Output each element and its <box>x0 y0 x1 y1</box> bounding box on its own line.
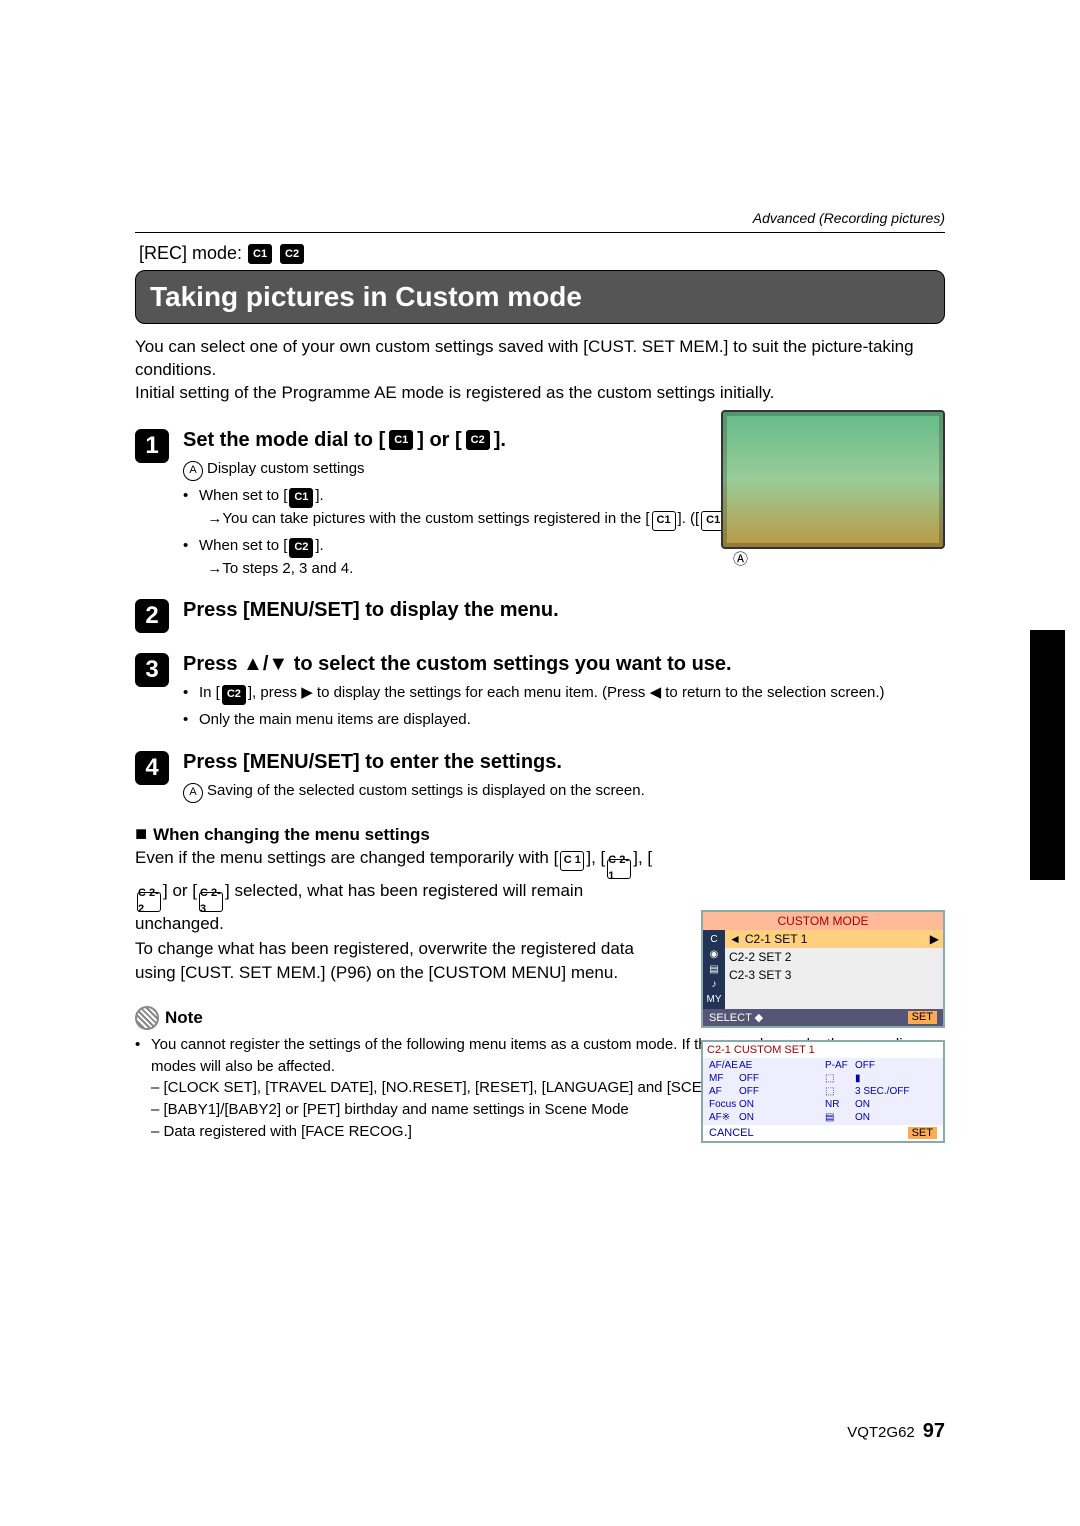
c22-icon: C 2-2 <box>137 892 161 912</box>
page-footer: VQT2G62 97 <box>847 1420 945 1443</box>
menu1-title: CUSTOM MODE <box>703 912 943 930</box>
menu1-set[interactable]: SET <box>908 1011 937 1024</box>
page-title: Taking pictures in Custom mode <box>135 270 945 324</box>
label-a-icon: A <box>183 461 203 481</box>
t: Even if the menu settings are changed te… <box>135 848 558 867</box>
t: ]. <box>315 487 323 504</box>
t: ], [ <box>586 848 605 867</box>
step-2: 2 Press [MENU/SET] to display the menu. <box>135 599 945 633</box>
t: ], [ <box>633 848 652 867</box>
page-number: 97 <box>923 1420 945 1443</box>
c1-icon: C1 <box>389 430 413 450</box>
c1-icon: C1 <box>289 488 313 508</box>
t: Display custom settings <box>207 460 365 477</box>
t: ] or [ <box>163 881 197 900</box>
c2-icon: C2 <box>466 430 490 450</box>
step-3-number: 3 <box>135 653 169 687</box>
t: Only the main menu items are displayed. <box>199 709 471 731</box>
menu1-footer: SELECT ◆ SET <box>703 1009 943 1026</box>
t: →You can take pictures with the custom s… <box>207 510 649 527</box>
step3-b2: •Only the main menu items are displayed. <box>183 709 945 731</box>
rec-mode-row: [REC] mode: C1 C2 <box>139 243 945 264</box>
custom-mode-menu: CUSTOM MODE C◉▤♪MY ◄C2-1 SET 1▶ C2-2 SET… <box>701 910 945 1028</box>
t: When set to [ <box>199 537 287 554</box>
square-bullet-icon: ■ <box>135 823 147 845</box>
changing-section: ■ When changing the menu settings Even if… <box>135 823 675 986</box>
sample-photo <box>721 410 945 549</box>
c1-plain-icon: C1 <box>652 511 676 531</box>
menu1-row-3[interactable]: C2-3 SET 3 <box>725 966 943 984</box>
step3-b1: •In [C2], press ▶ to display the setting… <box>183 682 945 705</box>
menu1-sidebar: C◉▤♪MY <box>703 930 725 1009</box>
custom-set-detail: C2-1 CUSTOM SET 1 AF/AEAEP-AFOFF MFOFF⬚▮… <box>701 1040 945 1143</box>
t: →To steps 2, 3 and 4. <box>207 560 353 577</box>
c1-icon: C1 <box>248 244 272 264</box>
menu2-title: C2-1 CUSTOM SET 1 <box>703 1042 943 1058</box>
intro-line2: Initial setting of the Programme AE mode… <box>135 382 945 405</box>
divider <box>135 232 945 233</box>
t: ], press ▶ to display the settings for e… <box>248 684 885 701</box>
c21-icon: C 2-1 <box>607 859 631 879</box>
menu1-row-2[interactable]: C2-2 SET 2 <box>725 948 943 966</box>
menu2-cancel[interactable]: CANCEL <box>709 1127 754 1139</box>
intro-line1: You can select one of your own custom se… <box>135 336 945 382</box>
c1-plain-icon: C 1 <box>560 851 584 871</box>
step-1-number: 1 <box>135 429 169 463</box>
step-4-number: 4 <box>135 751 169 785</box>
c2-icon: C2 <box>289 538 313 558</box>
menu2-grid: AF/AEAEP-AFOFF MFOFF⬚▮ AFOFF⬚3 SEC./OFF … <box>703 1058 943 1125</box>
step-3-title: Press ▲/▼ to select the custom settings … <box>183 653 945 676</box>
t: Note <box>165 1008 203 1028</box>
t: ] or [ <box>417 429 461 452</box>
intro-text: You can select one of your own custom se… <box>135 336 945 405</box>
step-4: 4 Press [MENU/SET] to enter the settings… <box>135 751 945 803</box>
t: In [ <box>199 684 220 701</box>
t: ]. <box>494 429 506 452</box>
side-tab <box>1030 630 1065 880</box>
step-4-title: Press [MENU/SET] to enter the settings. <box>183 751 663 774</box>
changing-p2: To change what has been registered, over… <box>135 937 675 986</box>
step4-a: ASaving of the selected custom settings … <box>183 780 663 803</box>
step-2-number: 2 <box>135 599 169 633</box>
t: SELECT ◆ <box>709 1011 763 1024</box>
doc-code: VQT2G62 <box>847 1424 915 1441</box>
section-header: Advanced (Recording pictures) <box>135 210 945 226</box>
c2-icon: C2 <box>222 685 246 705</box>
changing-p1: Even if the menu settings are changed te… <box>135 846 675 937</box>
step-3: 3 Press ▲/▼ to select the custom setting… <box>135 653 945 731</box>
t: When changing the menu settings <box>153 825 430 844</box>
menu2-set[interactable]: SET <box>908 1127 937 1139</box>
step-2-title: Press [MENU/SET] to display the menu. <box>183 599 945 622</box>
menu1-row-1[interactable]: ◄C2-1 SET 1▶ <box>725 930 943 948</box>
c2-icon: C2 <box>280 244 304 264</box>
t: Saving of the selected custom settings i… <box>207 782 645 799</box>
changing-heading: ■ When changing the menu settings <box>135 823 675 846</box>
t: ]. <box>315 537 323 554</box>
rec-mode-label: [REC] mode: <box>139 243 242 264</box>
c23-icon: C 2-3 <box>199 892 223 912</box>
t: ]. ([ <box>678 510 700 527</box>
t: When set to [ <box>199 487 287 504</box>
note-icon <box>135 1006 159 1030</box>
menu2-footer: CANCEL SET <box>703 1125 943 1141</box>
label-a-icon: A <box>183 783 203 803</box>
t: Set the mode dial to [ <box>183 429 385 452</box>
